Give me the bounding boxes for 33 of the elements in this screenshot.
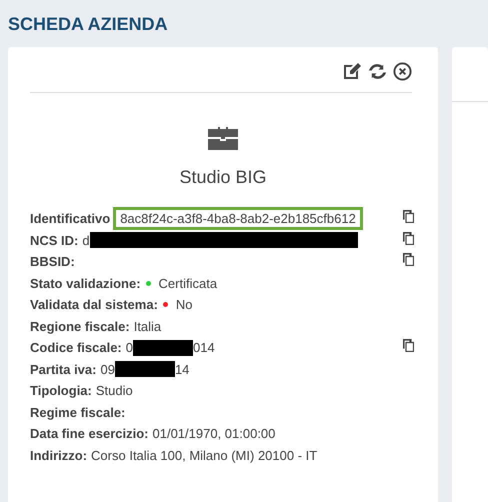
- field-value: 01/01/1970, 01:00:00: [152, 426, 276, 442]
- company-name: Studio BIG: [179, 167, 267, 188]
- copy-icon[interactable]: [403, 339, 414, 352]
- highlighted-value: 8ac8f24c-a3f8-4ba8-8ab2-e2b185cfb612: [113, 207, 363, 230]
- field-value: Studio: [96, 383, 133, 398]
- field-value: 014: [193, 340, 215, 356]
- page-title: SCHEDA AZIENDA: [8, 14, 168, 35]
- field-label: BBSID:: [30, 254, 75, 270]
- field-label: Indirizzo:: [30, 448, 88, 463]
- close-icon[interactable]: [393, 62, 412, 80]
- copy-icon[interactable]: [403, 253, 414, 266]
- field-label: Regione fiscale:: [30, 318, 130, 334]
- field-label: Partita iva:: [30, 362, 96, 377]
- field-label: Regime fiscale:: [30, 404, 126, 420]
- field-value: No: [176, 297, 193, 312]
- field-value: Italia: [134, 318, 162, 334]
- field-value: 09: [100, 362, 115, 377]
- field-value: 0: [126, 340, 133, 356]
- edit-icon[interactable]: [342, 62, 362, 80]
- field-label: Validata dal sistema:: [30, 297, 158, 312]
- field-value: 14: [174, 362, 190, 377]
- field-label: Identificativo: [30, 211, 110, 226]
- field-label: NCS ID:: [30, 232, 78, 248]
- field-label: Stato validazione:: [30, 276, 141, 291]
- refresh-icon[interactable]: [368, 62, 387, 80]
- field-value: Corso Italia 100, Milano (MI) 20100 - IT: [91, 448, 318, 463]
- field-label: Data fine esercizio:: [30, 426, 148, 442]
- field-label: Tipologia:: [30, 383, 92, 398]
- field-label: Codice fiscale:: [30, 340, 122, 356]
- field-value: d: [82, 232, 90, 248]
- copy-icon[interactable]: [403, 210, 414, 223]
- field-value: Certificata: [158, 276, 218, 291]
- copy-icon[interactable]: [403, 232, 414, 244]
